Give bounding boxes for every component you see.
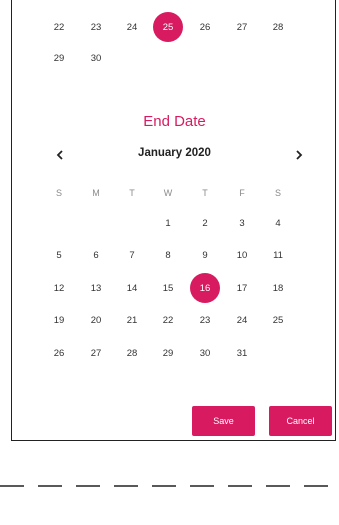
day-cell[interactable]: 27 bbox=[81, 338, 111, 368]
day-cell[interactable]: 28 bbox=[263, 12, 293, 42]
day-cell[interactable]: 8 bbox=[153, 240, 183, 270]
day-cell[interactable]: 3 bbox=[227, 208, 257, 238]
weekday-header-row: SMTWTFS bbox=[12, 178, 337, 208]
cancel-button[interactable]: Cancel bbox=[269, 406, 332, 436]
weekday-label: S bbox=[274, 188, 281, 198]
day-cell[interactable]: 26 bbox=[44, 338, 74, 368]
date-range-dialog: 22 23 24 25 26 27 28 29 30 End Date January 2020… bbox=[11, 0, 336, 441]
day-cell[interactable]: 23 bbox=[81, 12, 111, 42]
day-cell[interactable]: 31 bbox=[227, 338, 257, 368]
dashed-divider bbox=[0, 485, 339, 487]
week-row: 22 23 24 25 26 27 28 bbox=[12, 12, 337, 42]
day-cell[interactable]: 21 bbox=[117, 305, 147, 335]
weekday-label: F bbox=[239, 188, 245, 198]
week-row: 29 30 bbox=[12, 43, 337, 73]
day-cell[interactable]: 2 bbox=[190, 208, 220, 238]
day-cell[interactable]: 9 bbox=[190, 240, 220, 270]
day-cell[interactable]: 30 bbox=[81, 43, 111, 73]
selected-day-cell[interactable]: 25 bbox=[153, 12, 183, 42]
day-cell[interactable]: 22 bbox=[153, 305, 183, 335]
day-cell[interactable]: 24 bbox=[227, 305, 257, 335]
day-cell[interactable]: 22 bbox=[44, 12, 74, 42]
day-cell[interactable]: 18 bbox=[263, 273, 293, 303]
day-cell[interactable]: 25 bbox=[263, 305, 293, 335]
day-cell[interactable]: 14 bbox=[117, 273, 147, 303]
day-cell[interactable]: 23 bbox=[190, 305, 220, 335]
month-label: January 2020 bbox=[138, 147, 211, 159]
weekday-label: T bbox=[202, 188, 208, 198]
day-cell[interactable]: 13 bbox=[81, 273, 111, 303]
selected-day-cell[interactable]: 16 bbox=[190, 273, 220, 303]
week-row: 1234 bbox=[12, 208, 337, 238]
day-cell[interactable]: 11 bbox=[263, 240, 293, 270]
day-cell[interactable]: 6 bbox=[81, 240, 111, 270]
week-row: 26 27 28 29 30 31 bbox=[12, 338, 337, 368]
day-cell[interactable]: 4 bbox=[263, 208, 293, 238]
end-date-month-nav: January 2020 bbox=[12, 145, 337, 165]
day-cell[interactable]: 7 bbox=[117, 240, 147, 270]
day-cell[interactable]: 20 bbox=[81, 305, 111, 335]
save-button[interactable]: Save bbox=[192, 406, 255, 436]
day-cell[interactable]: 1 bbox=[153, 208, 183, 238]
next-month-button[interactable] bbox=[290, 145, 308, 165]
day-cell[interactable]: 29 bbox=[153, 338, 183, 368]
day-cell[interactable]: 30 bbox=[190, 338, 220, 368]
day-cell[interactable]: 27 bbox=[227, 12, 257, 42]
day-cell[interactable]: 29 bbox=[44, 43, 74, 73]
weekday-label: S bbox=[55, 188, 62, 198]
day-cell[interactable]: 24 bbox=[117, 12, 147, 42]
end-date-title: End Date bbox=[143, 113, 206, 130]
week-row: 5 6 7 8 9 10 11 bbox=[12, 240, 337, 270]
day-cell[interactable]: 10 bbox=[227, 240, 257, 270]
chevron-right-icon bbox=[296, 150, 303, 160]
day-cell[interactable]: 5 bbox=[44, 240, 74, 270]
day-cell[interactable]: 26 bbox=[190, 12, 220, 42]
day-cell[interactable]: 15 bbox=[153, 273, 183, 303]
week-row: 12 13 14 15 16 17 18 bbox=[12, 273, 337, 303]
day-cell[interactable]: 12 bbox=[44, 273, 74, 303]
weekday-label: M bbox=[92, 188, 100, 198]
weekday-label: W bbox=[163, 188, 173, 198]
week-row: 19 20 21 22 23 24 25 bbox=[12, 305, 337, 335]
day-cell[interactable]: 17 bbox=[227, 273, 257, 303]
day-cell[interactable]: 28 bbox=[117, 338, 147, 368]
weekday-label: T bbox=[129, 188, 135, 198]
day-cell[interactable]: 19 bbox=[44, 305, 74, 335]
